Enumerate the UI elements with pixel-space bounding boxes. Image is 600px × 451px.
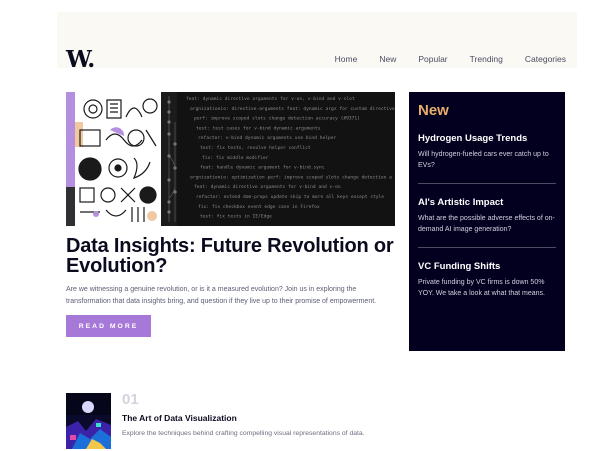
new-item-title[interactable]: AI's Artistic Impact	[418, 197, 556, 208]
terminal-line: feat: dynamic directive arguments for v-…	[194, 184, 341, 190]
new-panel-heading: New	[418, 102, 449, 119]
read-more-button[interactable]: READ MORE	[66, 315, 151, 337]
list-item-number: 01	[122, 391, 139, 408]
new-item[interactable]: Hydrogen Usage Trends Will hydrogen-fuel…	[418, 133, 556, 184]
nav-popular[interactable]: Popular	[418, 54, 447, 64]
terminal-line: perf: improve scoped slots change detect…	[194, 116, 360, 122]
list-item-thumbnail[interactable]	[66, 393, 111, 449]
new-item[interactable]: AI's Artistic Impact What are the possib…	[418, 197, 556, 248]
terminal-line: test: fix tests, resolve helper conflict	[200, 145, 311, 151]
nav-new[interactable]: New	[379, 54, 396, 64]
terminal-line: refactor: extend dom-props update skip t…	[196, 194, 384, 200]
terminal-line: test: fix tests in IE/Edge	[200, 214, 272, 220]
hero-description: Are we witnessing a genuine revolution, …	[66, 286, 377, 305]
nav-trending[interactable]: Trending	[470, 54, 503, 64]
hero-image[interactable]: feat: dynamic directive arguments for v-…	[66, 92, 395, 226]
terminal-line: fix: fix middle modifier	[202, 155, 269, 161]
list-item-description: Explore the techniques behind crafting c…	[122, 430, 365, 437]
main-nav: Home New Popular Trending Categories	[335, 54, 566, 64]
terminal-line: feat: dynamic directive arguments for v-…	[186, 96, 355, 102]
nav-home[interactable]: Home	[335, 54, 358, 64]
new-item-text: Will hydrogen-fueled cars ever catch up …	[418, 151, 549, 169]
new-item-title[interactable]: Hydrogen Usage Trends	[418, 133, 556, 144]
terminal-line: feat: handle dynamic argument for v-bind…	[200, 165, 325, 171]
terminal-line: orgnizationio: directive-arguments feat:…	[190, 106, 395, 112]
new-panel: New Hydrogen Usage Trends Will hydrogen-…	[409, 92, 565, 351]
new-item-title[interactable]: VC Funding Shifts	[418, 261, 556, 272]
new-item-text: What are the possible adverse effects of…	[418, 215, 555, 233]
terminal-line: orgnizationio: optimization perf: improv…	[190, 174, 392, 180]
site-logo[interactable]: W.	[66, 46, 95, 73]
terminal-line: fix: fix checkbox event edge case in Fir…	[198, 204, 320, 210]
list-item-title[interactable]: The Art of Data Visualization	[122, 413, 237, 423]
nav-categories[interactable]: Categories	[525, 54, 566, 64]
hero-title[interactable]: Data Insights: Future Revolution or Evol…	[66, 236, 396, 276]
terminal-line: test: test cases for v-bind dynamic argu…	[196, 125, 321, 131]
terminal-line: refactor: v-bind dynamic arguments use b…	[198, 135, 337, 141]
new-item-text: Private funding by VC firms is down 50% …	[418, 279, 545, 297]
new-item[interactable]: VC Funding Shifts Private funding by VC …	[418, 261, 556, 311]
